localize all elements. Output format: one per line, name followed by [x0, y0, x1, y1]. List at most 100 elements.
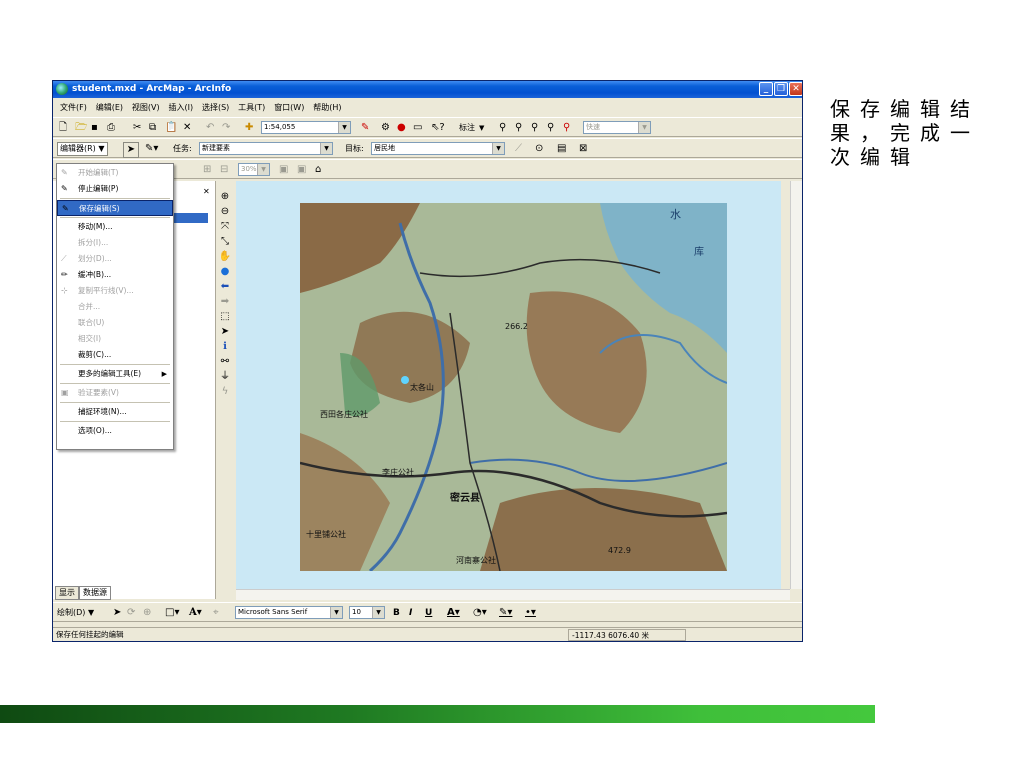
zoom-whole-page-icon[interactable]: ▣	[279, 163, 288, 177]
tab-display[interactable]: 显示	[55, 586, 79, 600]
maximize-button[interactable]: ❐	[774, 82, 788, 96]
label-menu[interactable]: 标注	[459, 121, 475, 135]
map-display[interactable]: 水 库 266.2 西田各庄公社 密云县 十里铺公社 李庄公社 太各山 河南寨公…	[236, 181, 781, 589]
select-features-icon[interactable]: ⬚	[215, 309, 235, 324]
menu-item-validate-features[interactable]: ▣ 验证要素(V)	[57, 385, 173, 401]
menu-tools[interactable]: 工具(T)	[235, 100, 268, 115]
full-extent-globe-icon[interactable]: ●	[215, 264, 235, 279]
menu-item-buffer[interactable]: ✏ 缓冲(B)...	[57, 267, 173, 283]
menu-insert[interactable]: 插入(I)	[165, 100, 196, 115]
marker-color-icon[interactable]: •▾	[525, 606, 536, 620]
sketch-tool-icon[interactable]: ✎▾	[145, 142, 158, 156]
paste-icon[interactable]: 📋	[165, 121, 177, 135]
focus-data-frame-icon[interactable]: ⌂	[315, 163, 321, 177]
menu-selection[interactable]: 选择(S)	[199, 100, 232, 115]
menu-item-clip[interactable]: 裁剪(C)...	[57, 347, 173, 363]
task-combo[interactable]: 新建要素 ▼	[199, 142, 333, 155]
menu-item-options[interactable]: 选项(O)...	[57, 423, 173, 439]
menu-edit[interactable]: 编辑(E)	[93, 100, 126, 115]
hyperlink-icon[interactable]: ϟ	[215, 384, 235, 399]
back-arrow-icon[interactable]: ⬅	[215, 279, 235, 294]
scanned-topographic-map[interactable]: 水 库 266.2 西田各庄公社 密云县 十里铺公社 李庄公社 太各山 河南寨公…	[300, 203, 727, 571]
print-icon[interactable]: ⎙	[107, 121, 115, 135]
line-color-icon[interactable]: ✎▾	[499, 606, 512, 620]
save-icon[interactable]: ▪	[91, 121, 98, 135]
select-elements-arrow-icon[interactable]: ➤	[113, 606, 121, 620]
italic-button[interactable]: I	[409, 606, 412, 620]
sketch-properties-icon[interactable]: ⊙	[535, 142, 543, 156]
editor-menu-button[interactable]: 编辑器(R) ▼	[57, 142, 108, 156]
edit-tool-arrow-icon[interactable]: ➤	[123, 142, 139, 158]
draw-menu-button[interactable]: 绘制(D) ▼	[57, 606, 94, 620]
zoom-out-icon[interactable]: ⊖	[215, 204, 235, 219]
arctoolbox-icon[interactable]: ⚙	[381, 121, 390, 135]
label-dropdown-chevron-icon[interactable]: ▼	[479, 121, 484, 135]
pan-hand-icon[interactable]: ✋	[215, 249, 235, 264]
label-manager-icon[interactable]: ⚲	[515, 121, 522, 135]
zoom-percent-combo[interactable]: 30% ▼	[238, 163, 270, 176]
map-horizontal-scrollbar[interactable]	[236, 589, 790, 600]
editor-toolbar-icon[interactable]: ✎	[361, 121, 369, 135]
identify-icon[interactable]: ℹ	[215, 339, 235, 354]
whats-this-icon[interactable]: ⇖?	[431, 121, 445, 135]
menu-item-more-editing-tools[interactable]: 更多的编辑工具(E) ▶	[57, 366, 173, 382]
fixed-zoom-out-icon[interactable]: ⤡	[215, 234, 235, 249]
menu-item-stop-editing[interactable]: ✎ 停止编辑(P)	[57, 181, 173, 197]
edit-annotation-icon[interactable]: ⟋	[515, 142, 522, 156]
arccatalog-icon[interactable]: ●	[397, 121, 406, 135]
window-frame-icon[interactable]: ▭	[413, 121, 422, 135]
font-size-combo[interactable]: 10 ▼	[349, 606, 385, 619]
label-weights-icon[interactable]: ⚲	[547, 121, 554, 135]
label-clear-icon[interactable]: ⚲	[563, 121, 570, 135]
menu-help[interactable]: 帮助(H)	[310, 100, 344, 115]
menu-window[interactable]: 窗口(W)	[271, 100, 307, 115]
tab-source[interactable]: 数据源	[79, 586, 111, 600]
rotate-icon[interactable]: ⟳	[127, 606, 135, 620]
quick-field-combo[interactable]: 快速 ▼	[583, 121, 651, 134]
menu-item-start-editing[interactable]: ✎ 开始编辑(T)	[57, 165, 173, 181]
menu-item-copy-parallel[interactable]: ⊹ 复制平行线(V)...	[57, 283, 173, 299]
close-button[interactable]: ✕	[789, 82, 802, 96]
toggle-draft-icon[interactable]: ▣	[297, 163, 306, 177]
forward-arrow-icon[interactable]: ➡	[215, 294, 235, 309]
bold-button[interactable]: B	[393, 606, 400, 620]
zoom-in-icon[interactable]: ⊕	[215, 189, 235, 204]
menu-item-move[interactable]: 移动(M)...	[57, 219, 173, 235]
fixed-zoom-in-icon[interactable]: ⤧	[215, 219, 235, 234]
zoom-out-fixed-icon[interactable]: ⊟	[220, 163, 228, 177]
menu-item-merge[interactable]: 合并...	[57, 299, 173, 315]
select-elements-icon[interactable]: ➤	[215, 324, 235, 339]
fill-color-icon[interactable]: ◔▾	[473, 606, 487, 620]
font-color-icon[interactable]: A▾	[447, 606, 460, 620]
cut-icon[interactable]: ✂	[133, 121, 141, 135]
undo-icon[interactable]: ↶	[206, 121, 214, 135]
open-folder-icon[interactable]: 🗁	[75, 121, 87, 135]
text-tool-icon[interactable]: A▾	[189, 606, 202, 620]
menu-file[interactable]: 文件(F)	[57, 100, 90, 115]
edit-vertices-icon[interactable]: ⌖	[213, 606, 219, 620]
font-name-combo[interactable]: Microsoft Sans Serif ▼	[235, 606, 343, 619]
menu-item-split[interactable]: 拆分(I)...	[57, 235, 173, 251]
target-combo[interactable]: 居民地 ▼	[371, 142, 505, 155]
menu-item-save-edits[interactable]: ✎ 保存编辑(S)	[57, 200, 173, 216]
zoom-to-selected-icon[interactable]: ⊕	[143, 606, 151, 620]
measure-icon[interactable]: ⏚	[215, 369, 235, 384]
map-scale-combo[interactable]: 1:54,055 ▼	[261, 121, 351, 134]
label-priority-icon[interactable]: ⚲	[531, 121, 538, 135]
copy-icon[interactable]: ⧉	[149, 121, 156, 135]
menu-item-union[interactable]: 联合(U)	[57, 315, 173, 331]
title-bar[interactable]: student.mxd - ArcMap - ArcInfo _ ❐ ✕	[53, 81, 802, 98]
map-vertical-scrollbar[interactable]	[790, 181, 802, 589]
zoom-in-fixed-icon[interactable]: ⊞	[203, 163, 211, 177]
label-tool-icon[interactable]: ⚲	[499, 121, 506, 135]
delete-icon[interactable]: ✕	[183, 121, 191, 135]
rectangle-tool-icon[interactable]: □▾	[165, 606, 179, 620]
new-document-icon[interactable]: 🗋	[59, 121, 67, 135]
underline-button[interactable]: U	[425, 606, 432, 620]
menu-item-intersect[interactable]: 相交(I)	[57, 331, 173, 347]
find-binoculars-icon[interactable]: ⚯	[215, 354, 235, 369]
toc-close-icon[interactable]: ✕	[203, 187, 210, 196]
menu-item-divide[interactable]: ⟋ 划分(D)...	[57, 251, 173, 267]
attributes-icon[interactable]: ▤	[557, 142, 566, 156]
add-data-icon[interactable]: ✚	[245, 121, 253, 135]
